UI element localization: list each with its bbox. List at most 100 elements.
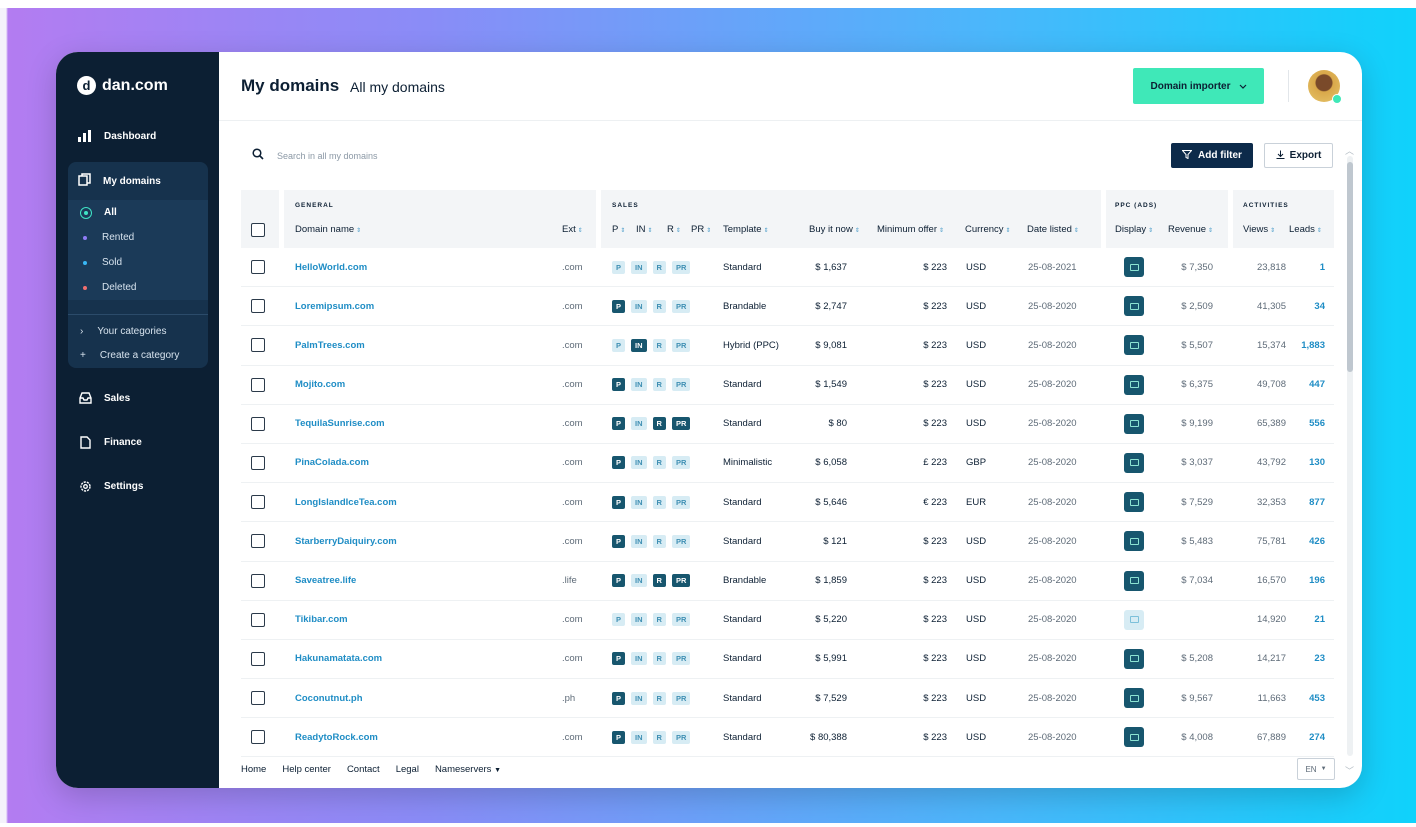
badge-in[interactable]: IN — [631, 299, 647, 313]
row-checkbox[interactable] — [251, 612, 265, 627]
domain-link[interactable]: HelloWorld.com — [295, 248, 367, 286]
badge-r[interactable]: R — [652, 652, 666, 666]
export-button[interactable]: Export — [1264, 143, 1333, 168]
row-checkbox[interactable] — [251, 691, 265, 706]
badge-p[interactable]: P — [612, 730, 626, 744]
badge-p[interactable]: P — [612, 260, 626, 274]
col-display[interactable]: Display ⇕ — [1115, 224, 1153, 235]
col-currency[interactable]: Currency ⇕ — [965, 224, 1011, 235]
leads-value[interactable]: 1,883 — [1301, 326, 1325, 364]
col-template[interactable]: Template ⇕ — [723, 224, 769, 235]
leads-value[interactable]: 130 — [1309, 444, 1325, 482]
badge-pr[interactable]: PR — [671, 574, 691, 587]
row-checkbox[interactable] — [251, 260, 265, 274]
display-ad-icon[interactable] — [1124, 570, 1144, 591]
col-date-listed[interactable]: Date listed ⇕ — [1027, 224, 1079, 235]
badge-r[interactable]: R — [652, 730, 666, 744]
col-views[interactable]: Views ⇕ — [1243, 224, 1275, 235]
domain-link[interactable]: Mojito.com — [295, 366, 345, 404]
col-revenue[interactable]: Revenue ⇕ — [1168, 224, 1213, 235]
col-in[interactable]: IN ⇕ — [636, 224, 653, 235]
badge-pr[interactable]: PR — [671, 378, 691, 392]
display-ad-icon[interactable] — [1124, 609, 1144, 630]
badge-in[interactable]: IN — [631, 691, 647, 705]
row-checkbox[interactable] — [251, 377, 265, 392]
badge-pr[interactable]: PR — [671, 456, 691, 470]
badge-in[interactable]: IN — [631, 338, 647, 352]
col-domain-name[interactable]: Domain name ⇕ — [295, 224, 361, 235]
leads-value[interactable]: 877 — [1309, 483, 1325, 521]
leads-value[interactable]: 426 — [1309, 522, 1325, 560]
badge-pr[interactable]: PR — [671, 417, 691, 431]
badge-p[interactable]: P — [612, 495, 626, 509]
leads-value[interactable]: 556 — [1309, 405, 1325, 443]
col-minimum-offer[interactable]: Minimum offer ⇕ — [877, 224, 944, 235]
display-ad-icon[interactable] — [1124, 688, 1144, 709]
domain-importer-button[interactable]: Domain importer — [1133, 68, 1264, 104]
footer-link-contact[interactable]: Contact — [347, 764, 380, 775]
leads-value[interactable]: 1 — [1320, 248, 1325, 286]
row-checkbox[interactable] — [251, 299, 265, 314]
badge-p[interactable]: P — [612, 299, 626, 313]
sidebar-item-dashboard[interactable]: Dashboard — [68, 118, 208, 154]
leads-value[interactable]: 196 — [1309, 562, 1325, 600]
badge-in[interactable]: IN — [631, 534, 647, 548]
badge-p[interactable]: P — [612, 338, 626, 352]
badge-in[interactable]: IN — [631, 652, 647, 666]
badge-pr[interactable]: PR — [671, 730, 691, 744]
badge-pr[interactable]: PR — [671, 534, 691, 548]
footer-link-home[interactable]: Home — [241, 764, 266, 775]
display-ad-icon[interactable] — [1124, 257, 1144, 277]
badge-r[interactable]: R — [652, 299, 666, 313]
badge-pr[interactable]: PR — [671, 691, 691, 705]
sidebar-subitem-all[interactable]: All — [68, 200, 208, 225]
col-leads[interactable]: Leads ⇕ — [1289, 224, 1322, 235]
badge-pr[interactable]: PR — [671, 299, 691, 313]
badge-p[interactable]: P — [612, 574, 626, 587]
display-ad-icon[interactable] — [1124, 452, 1144, 473]
scroll-down-icon[interactable]: ﹀ — [1345, 764, 1354, 777]
scrollbar-thumb[interactable] — [1347, 162, 1353, 372]
sidebar-subitem-deleted[interactable]: Deleted — [68, 275, 208, 300]
badge-pr[interactable]: PR — [671, 338, 691, 352]
badge-p[interactable]: P — [612, 652, 626, 666]
badge-pr[interactable]: PR — [671, 260, 691, 274]
domain-link[interactable]: StarberryDaiquiry.com — [295, 522, 397, 560]
leads-value[interactable]: 453 — [1309, 679, 1325, 717]
row-checkbox[interactable] — [251, 495, 265, 510]
display-ad-icon[interactable] — [1124, 727, 1144, 748]
footer-link-help[interactable]: Help center — [282, 764, 331, 775]
row-checkbox[interactable] — [251, 730, 265, 745]
sidebar-subitem-sold[interactable]: Sold — [68, 250, 208, 275]
row-checkbox[interactable] — [251, 455, 265, 470]
badge-in[interactable]: IN — [631, 378, 647, 392]
badge-r[interactable]: R — [652, 691, 666, 705]
badge-pr[interactable]: PR — [671, 652, 691, 666]
col-buy-it-now[interactable]: Buy it now ⇕ — [809, 224, 860, 235]
badge-p[interactable]: P — [612, 417, 626, 431]
badge-r[interactable]: R — [652, 260, 666, 274]
domain-link[interactable]: Loremipsum.com — [295, 287, 374, 325]
badge-r[interactable]: R — [652, 417, 666, 431]
leads-value[interactable]: 23 — [1314, 640, 1325, 678]
add-filter-button[interactable]: Add filter — [1171, 143, 1253, 168]
badge-pr[interactable]: PR — [671, 613, 691, 627]
select-all-checkbox[interactable] — [251, 223, 265, 237]
badge-in[interactable]: IN — [631, 417, 647, 431]
badge-in[interactable]: IN — [631, 456, 647, 470]
badge-in[interactable]: IN — [631, 260, 647, 274]
sidebar-item-my-domains[interactable]: My domains — [68, 162, 208, 200]
search-input[interactable] — [275, 146, 579, 166]
domain-link[interactable]: Saveatree.life — [295, 562, 356, 600]
row-checkbox[interactable] — [251, 651, 265, 666]
domain-link[interactable]: LongIslandIceTea.com — [295, 483, 397, 521]
badge-in[interactable]: IN — [631, 613, 647, 627]
language-select[interactable]: EN ▼ — [1297, 758, 1335, 780]
domain-link[interactable]: PinaColada.com — [295, 444, 369, 482]
badge-r[interactable]: R — [652, 495, 666, 509]
sidebar-item-settings[interactable]: Settings — [68, 468, 208, 504]
badge-p[interactable]: P — [612, 456, 626, 470]
leads-value[interactable]: 274 — [1309, 718, 1325, 756]
domain-link[interactable]: Tikibar.com — [295, 601, 348, 639]
badge-in[interactable]: IN — [631, 730, 647, 744]
